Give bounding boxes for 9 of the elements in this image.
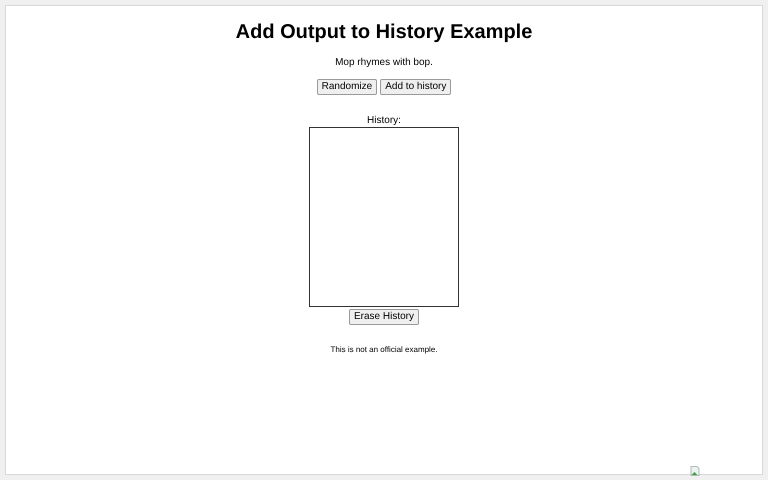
add-button[interactable]: Add to history: [380, 79, 452, 95]
output-text: Mop rhymes with bop.: [335, 57, 433, 69]
broken-image-icon: [690, 466, 700, 476]
history-field[interactable]: [309, 127, 459, 307]
page-title: Add Output to History Example: [236, 20, 532, 44]
disclaimer-text: This is not an official example.: [330, 345, 438, 355]
erase-button[interactable]: Erase History: [348, 309, 419, 325]
history-label: History:: [367, 115, 401, 127]
randomize-button[interactable]: Randomize: [316, 79, 378, 95]
